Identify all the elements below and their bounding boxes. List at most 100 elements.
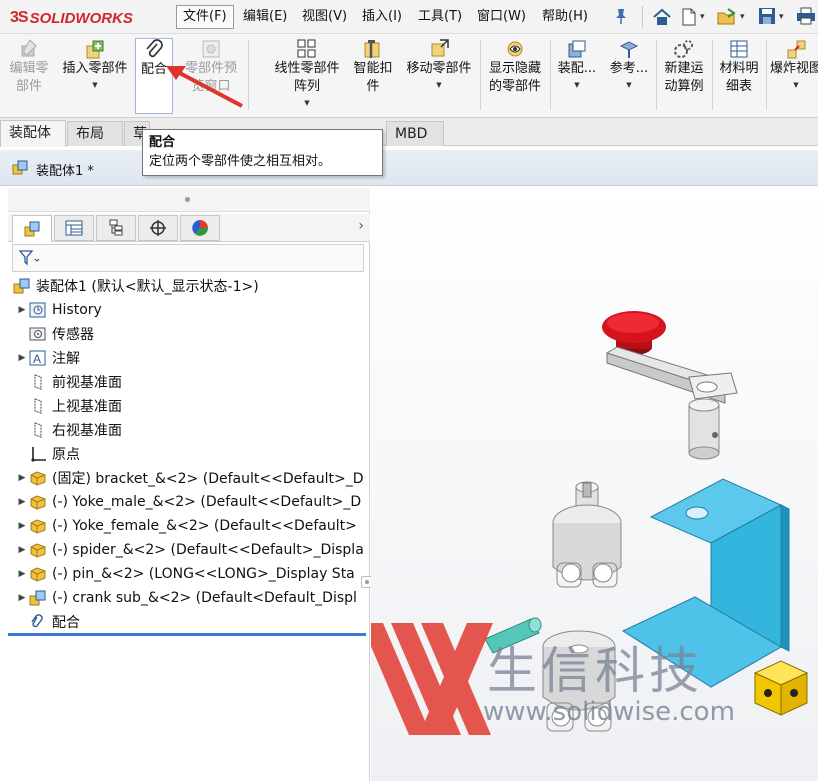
feature-manager-tab-icon[interactable]	[12, 215, 52, 242]
linear-pattern-button[interactable]: 线性零部件阵列 ▼	[270, 38, 344, 114]
tree-item-label: (-) pin_&<2> (LONG<<LONG>_Display Sta	[52, 566, 355, 582]
expand-arrow-icon[interactable]: ▶	[16, 569, 28, 579]
exploded-view-label: 爆炸视图	[770, 61, 818, 76]
component-icon	[28, 565, 48, 583]
tree-filter-bar[interactable]	[12, 244, 364, 272]
bom-label: 材料明 细表	[719, 61, 759, 94]
expand-arrow-icon[interactable]: ▶	[16, 353, 28, 363]
tooltip-description: 定位两个零部件使之相互相对。	[149, 154, 332, 169]
bom-button[interactable]: 材料明 细表	[716, 38, 762, 114]
menu-window[interactable]: 窗口(W)	[471, 5, 532, 29]
tab-layout[interactable]: 布局	[67, 121, 123, 146]
save-dropdown-icon[interactable]: ▾	[779, 7, 784, 27]
origin-icon	[28, 445, 48, 463]
crank-arm[interactable]	[605, 346, 738, 460]
expand-arrow-icon[interactable]: ▶	[16, 593, 28, 603]
expand-arrow-icon[interactable]: ▶	[16, 521, 28, 531]
tree-item-mates[interactable]: 配合	[16, 610, 378, 634]
plane-icon	[28, 373, 48, 391]
exploded-view-button[interactable]: 爆炸视图 ▼	[770, 38, 818, 114]
expand-arrow-icon[interactable]: ▶	[16, 473, 28, 483]
mate-tooltip: 配合 定位两个零部件使之相互相对。	[142, 129, 383, 176]
assembly-features-icon	[565, 38, 589, 60]
history-icon	[28, 301, 48, 319]
exploded-view-dropdown-icon[interactable]: ▼	[793, 80, 798, 90]
assembly-features-dropdown-icon[interactable]: ▼	[574, 80, 579, 90]
tree-item-component[interactable]: ▶ (-) Yoke_male_&<2> (Default<<Default>_…	[16, 490, 378, 514]
logo-prefix: 3S	[10, 9, 29, 26]
expand-arrow-icon[interactable]: ▶	[16, 545, 28, 555]
home-icon[interactable]	[652, 7, 672, 27]
tree-item-label: 注解	[52, 351, 80, 367]
configuration-manager-tab-icon[interactable]	[96, 215, 136, 241]
assembly-features-button[interactable]: 装配... ▼	[554, 38, 600, 114]
graphics-area[interactable]: 生信科技 www.solidwise.com	[371, 187, 818, 781]
tree-item-sensors[interactable]: 传感器	[16, 322, 378, 346]
panel-tabs-more-icon[interactable]: ›	[358, 218, 364, 234]
view-cube-icon[interactable]	[753, 660, 809, 716]
menu-help[interactable]: 帮助(H)	[536, 5, 594, 29]
insert-component-dropdown-icon[interactable]: ▼	[92, 80, 97, 90]
new-document-icon[interactable]	[680, 7, 698, 27]
tree-item-label: (-) crank sub_&<2> (Default<Default_Disp…	[52, 590, 357, 606]
new-motion-study-button[interactable]: 新建运 动算例	[660, 38, 708, 114]
tree-item-annotations[interactable]: ▶ A 注解	[16, 346, 378, 370]
tab-mbd[interactable]: MBD	[386, 121, 444, 146]
pin-icon[interactable]	[614, 7, 628, 27]
tree-item-right-plane[interactable]: 右视基准面	[16, 418, 378, 442]
insert-component-button[interactable]: 插入零部件 ▼	[58, 38, 132, 114]
expand-arrow-icon[interactable]: ▶	[16, 305, 28, 315]
tree-item-subassembly[interactable]: ▶ (-) crank sub_&<2> (Default<Default_Di…	[16, 586, 378, 610]
tree-item-component[interactable]: ▶ (-) spider_&<2> (Default<<Default>_Dis…	[16, 538, 378, 562]
move-component-button[interactable]: 移动零部件 ▼	[402, 38, 476, 114]
show-hidden-button[interactable]: 显示隐藏 的零部件	[484, 38, 546, 114]
tree-item-label: (-) Yoke_female_&<2> (Default<<Default>	[52, 518, 357, 534]
tree-item-label: 前视基准面	[52, 375, 122, 391]
tree-item-label: 上视基准面	[52, 399, 122, 415]
edit-component-button[interactable]: 编辑零 部件	[4, 38, 54, 114]
tree-item-component[interactable]: ▶ (固定) bracket_&<2> (Default<<Default>_D	[16, 466, 378, 490]
component-icon	[28, 469, 48, 487]
mates-icon	[28, 613, 48, 631]
open-document-icon[interactable]	[716, 7, 738, 27]
reference-geometry-button[interactable]: 参考... ▼	[606, 38, 652, 114]
crank-knob[interactable]	[602, 311, 666, 355]
reference-geometry-dropdown-icon[interactable]: ▼	[626, 80, 631, 90]
print-icon[interactable]	[796, 7, 816, 27]
tree-item-history[interactable]: ▶ History	[16, 298, 378, 322]
insert-component-label: 插入零部件	[62, 61, 128, 76]
filter-icon[interactable]	[18, 250, 41, 270]
smart-fasteners-button[interactable]: 智能扣 件	[350, 38, 396, 114]
open-dropdown-icon[interactable]: ▾	[740, 7, 745, 27]
assembly-icon	[12, 277, 32, 295]
tree-root[interactable]: 装配体1 (默认<默认_显示状态-1>)	[12, 274, 374, 298]
annotation-arrow	[166, 66, 243, 108]
show-hidden-icon	[503, 38, 527, 60]
property-manager-tab-icon[interactable]	[54, 215, 94, 241]
assembly-features-label: 装配...	[557, 61, 597, 76]
tree-item-component[interactable]: ▶ (-) pin_&<2> (LONG<<LONG>_Display Sta	[16, 562, 378, 586]
tab-assembly[interactable]: 装配体	[0, 120, 66, 147]
linear-pattern-dropdown-icon[interactable]: ▼	[304, 98, 309, 108]
move-component-dropdown-icon[interactable]: ▼	[436, 80, 441, 90]
save-icon[interactable]	[758, 7, 776, 27]
new-dropdown-icon[interactable]: ▾	[700, 7, 705, 27]
expand-arrow-icon[interactable]: ▶	[16, 497, 28, 507]
solidworks-logo[interactable]: 3S SOLIDWORKS	[10, 6, 133, 30]
panel-splitter[interactable]	[8, 188, 370, 212]
command-manager: 编辑零 部件 插入零部件 ▼ 配合 零部件预 览窗口 线性零部件阵列 ▼ 智能扣…	[0, 34, 818, 118]
smart-fasteners-icon	[361, 38, 385, 60]
tree-item-origin[interactable]: 原点	[16, 442, 378, 466]
tooltip-title: 配合	[149, 135, 176, 150]
menu-file[interactable]: 文件(F)	[176, 5, 234, 29]
tree-item-front-plane[interactable]: 前视基准面	[16, 370, 378, 394]
menu-edit[interactable]: 编辑(E)	[237, 5, 293, 29]
tree-item-top-plane[interactable]: 上视基准面	[16, 394, 378, 418]
tree-item-component[interactable]: ▶ (-) Yoke_female_&<2> (Default<<Default…	[16, 514, 378, 538]
display-manager-tab-icon[interactable]	[180, 215, 220, 241]
menu-view[interactable]: 视图(V)	[296, 5, 353, 29]
dimxpert-tab-icon[interactable]	[138, 215, 178, 241]
menu-insert[interactable]: 插入(I)	[356, 5, 408, 29]
menu-tools[interactable]: 工具(T)	[412, 5, 468, 29]
yoke-male[interactable]	[552, 481, 622, 588]
